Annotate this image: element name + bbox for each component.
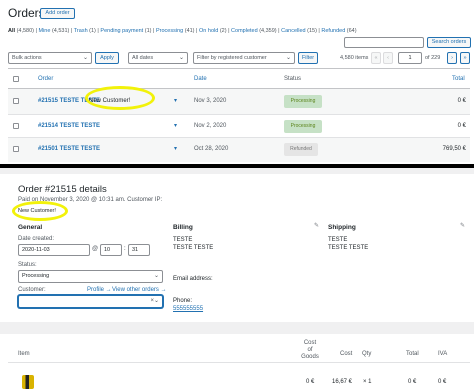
filter-processing[interactable]: Processing (41): [156, 28, 195, 34]
date-created-label: Date created:: [18, 236, 55, 242]
chevron-down-icon: ⌄: [285, 55, 291, 61]
filter-cancelled[interactable]: Cancelled (15): [281, 28, 317, 34]
items-col-cost: Cost: [340, 351, 353, 357]
phone-link[interactable]: 555555555: [173, 306, 203, 312]
filter-pending[interactable]: Pending payment (1): [100, 28, 151, 34]
bulk-actions-select[interactable]: Bulk actions ⌄: [8, 52, 92, 64]
date-created-input[interactable]: 2020-11-03: [18, 244, 90, 256]
chevron-down-icon: ⌄: [153, 298, 159, 304]
grey-separator: [0, 168, 474, 174]
filter-on-hold[interactable]: On hold (2): [199, 28, 227, 34]
customer-label: Customer:: [18, 287, 46, 293]
time-colon: :: [124, 246, 126, 252]
phone-label: Phone:: [173, 298, 193, 304]
shipping-name-1: TESTE: [328, 237, 348, 243]
items-col-cost-goods: Cost of Goods: [301, 340, 319, 360]
status-badge: Processing: [284, 95, 322, 108]
billing-heading: Billing: [173, 224, 193, 231]
general-heading: General: [18, 224, 43, 231]
yellow-highlight: [85, 86, 155, 110]
item-iva: 0 €: [438, 379, 447, 385]
search-input[interactable]: [344, 37, 424, 48]
shipping-name-2: TESTE TESTE: [328, 245, 369, 251]
page-number-input[interactable]: 1: [398, 52, 422, 64]
filter-completed[interactable]: Completed (4,359): [231, 28, 277, 34]
next-page-button[interactable]: ›: [447, 52, 457, 64]
filter-mine[interactable]: Mine (4,531): [39, 28, 70, 34]
item-qty: × 1: [363, 379, 372, 385]
order-details-title: Order #21515 details: [18, 184, 107, 195]
col-total-header[interactable]: Total: [452, 76, 465, 82]
product-thumbnail: [22, 375, 34, 389]
customer-select[interactable]: × ⌄: [18, 295, 163, 308]
order-total: 769,50 €: [442, 146, 466, 152]
shipping-heading: Shipping: [328, 224, 356, 231]
edit-billing-icon[interactable]: ✎: [314, 222, 319, 229]
item-total: 0 €: [408, 379, 417, 385]
yellow-highlight: [12, 201, 68, 221]
search-orders-button[interactable]: Search orders: [427, 37, 471, 48]
order-date: Nov 3, 2020: [194, 98, 227, 104]
order-status-select[interactable]: Processing ⌄: [18, 270, 163, 283]
chevron-down-icon: ⌄: [178, 55, 184, 61]
order-total: 0 €: [457, 98, 466, 104]
order-link[interactable]: #21514 TESTE TESTE: [38, 123, 100, 129]
last-page-button[interactable]: »: [460, 52, 470, 64]
row-checkbox[interactable]: [13, 123, 19, 129]
items-col-qty: Qty: [362, 351, 372, 357]
preview-icon[interactable]: ▾: [174, 145, 177, 152]
items-col-iva: IVA: [438, 351, 448, 357]
preview-icon[interactable]: ▾: [174, 122, 177, 129]
email-label: Email address:: [173, 276, 213, 282]
minute-input[interactable]: 31: [128, 244, 150, 256]
col-status-header: Status: [284, 76, 302, 82]
row-checkbox[interactable]: [13, 146, 19, 152]
profile-link[interactable]: Profile →: [87, 287, 112, 293]
prev-page-button[interactable]: ‹: [383, 52, 393, 64]
filter-button[interactable]: Filter: [298, 52, 318, 64]
order-date: Nov 2, 2020: [194, 123, 227, 129]
billing-name-1: TESTE: [173, 237, 193, 243]
hour-input[interactable]: 10: [100, 244, 122, 256]
chevron-down-icon: ⌄: [82, 55, 88, 61]
select-all-checkbox[interactable]: [13, 76, 19, 82]
billing-name-2: TESTE TESTE: [173, 245, 214, 251]
page-of-label: of 229: [425, 55, 441, 61]
status-badge: Refunded: [284, 143, 318, 156]
table-top-border: [8, 68, 470, 69]
chevron-down-icon: ⌄: [153, 273, 159, 279]
filter-trash[interactable]: Trash (1): [74, 28, 96, 34]
items-count: 4,580 items: [340, 55, 369, 61]
order-link[interactable]: #21501 TESTE TESTE: [38, 146, 100, 152]
filter-refunded[interactable]: Refunded (64): [321, 28, 356, 34]
order-date: Oct 28, 2020: [194, 146, 229, 152]
status-label: Status:: [18, 262, 37, 268]
row-divider: [8, 114, 470, 115]
dates-select[interactable]: All dates ⌄: [128, 52, 188, 64]
at-label: @: [92, 246, 99, 252]
col-date-header[interactable]: Date: [194, 76, 207, 82]
add-order-button[interactable]: Add order: [40, 8, 75, 19]
first-page-button[interactable]: «: [371, 52, 381, 64]
panel-gap: [0, 322, 474, 334]
edit-shipping-icon[interactable]: ✎: [460, 222, 465, 229]
items-col-item: Item: [18, 351, 30, 357]
item-cost-goods: 0 €: [306, 379, 315, 385]
items-col-total: Total: [406, 351, 419, 357]
customer-filter-select[interactable]: Filter by registered customer ⌄: [193, 52, 295, 64]
status-filters: All (4,580) | Mine (4,531) | Trash (1) |…: [8, 28, 357, 34]
filter-all[interactable]: All (4,580): [8, 28, 34, 34]
order-total: 0 €: [457, 123, 466, 129]
status-badge: Processing: [284, 120, 322, 133]
apply-button[interactable]: Apply: [95, 52, 119, 64]
view-other-orders-link[interactable]: View other orders →: [112, 287, 167, 293]
item-cost: 16,67 €: [332, 379, 353, 385]
row-checkbox[interactable]: [13, 98, 19, 104]
items-header-border: [8, 362, 470, 363]
preview-icon[interactable]: ▾: [174, 97, 177, 104]
col-order-header[interactable]: Order: [38, 76, 53, 82]
